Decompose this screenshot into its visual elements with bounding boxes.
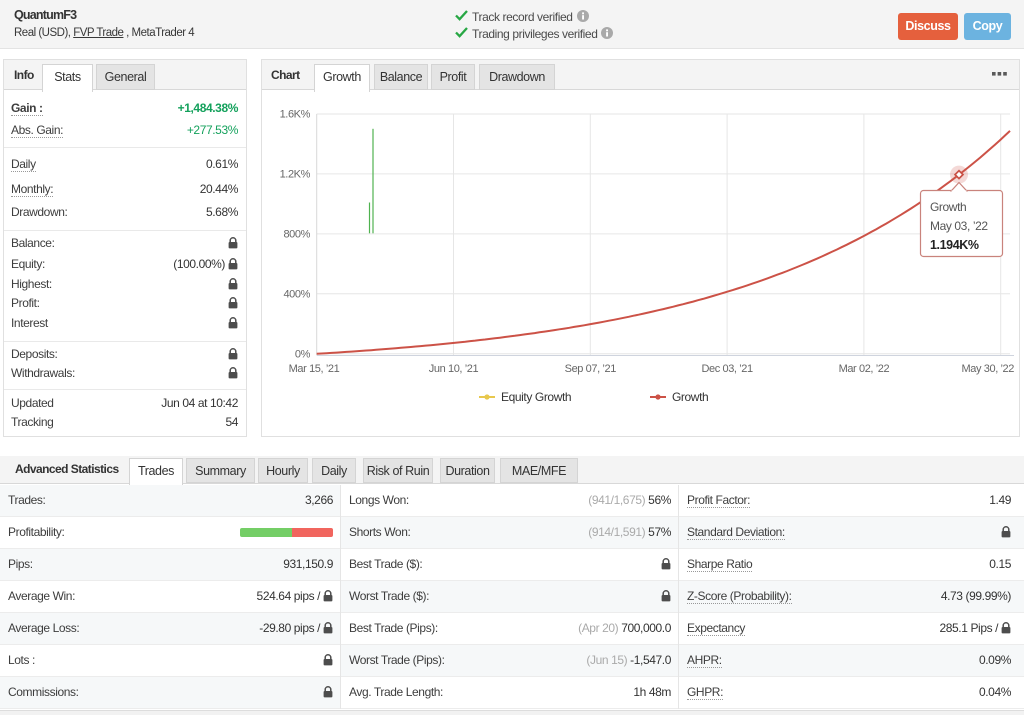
svg-text:Growth: Growth: [930, 200, 966, 214]
svg-text:Sep 07, ’21: Sep 07, ’21: [565, 363, 617, 375]
svg-text:800%: 800%: [283, 228, 310, 240]
svg-text:1.2K%: 1.2K%: [280, 168, 311, 180]
svg-text:May 03, ’22: May 03, ’22: [930, 219, 988, 233]
svg-text:400%: 400%: [283, 288, 310, 300]
svg-text:1.6K%: 1.6K%: [280, 109, 311, 121]
svg-text:1.194K%: 1.194K%: [930, 238, 979, 252]
svg-text:May 30, ’22: May 30, ’22: [962, 363, 1015, 375]
svg-text:Growth: Growth: [672, 390, 708, 404]
svg-text:Dec 03, ’21: Dec 03, ’21: [701, 363, 753, 375]
svg-text:Mar 15, ’21: Mar 15, ’21: [289, 363, 340, 375]
svg-text:0%: 0%: [295, 348, 311, 360]
svg-text:Jun 10, ’21: Jun 10, ’21: [429, 363, 479, 375]
svg-text:Mar 02, ’22: Mar 02, ’22: [839, 363, 890, 375]
svg-text:Equity Growth: Equity Growth: [501, 390, 571, 404]
